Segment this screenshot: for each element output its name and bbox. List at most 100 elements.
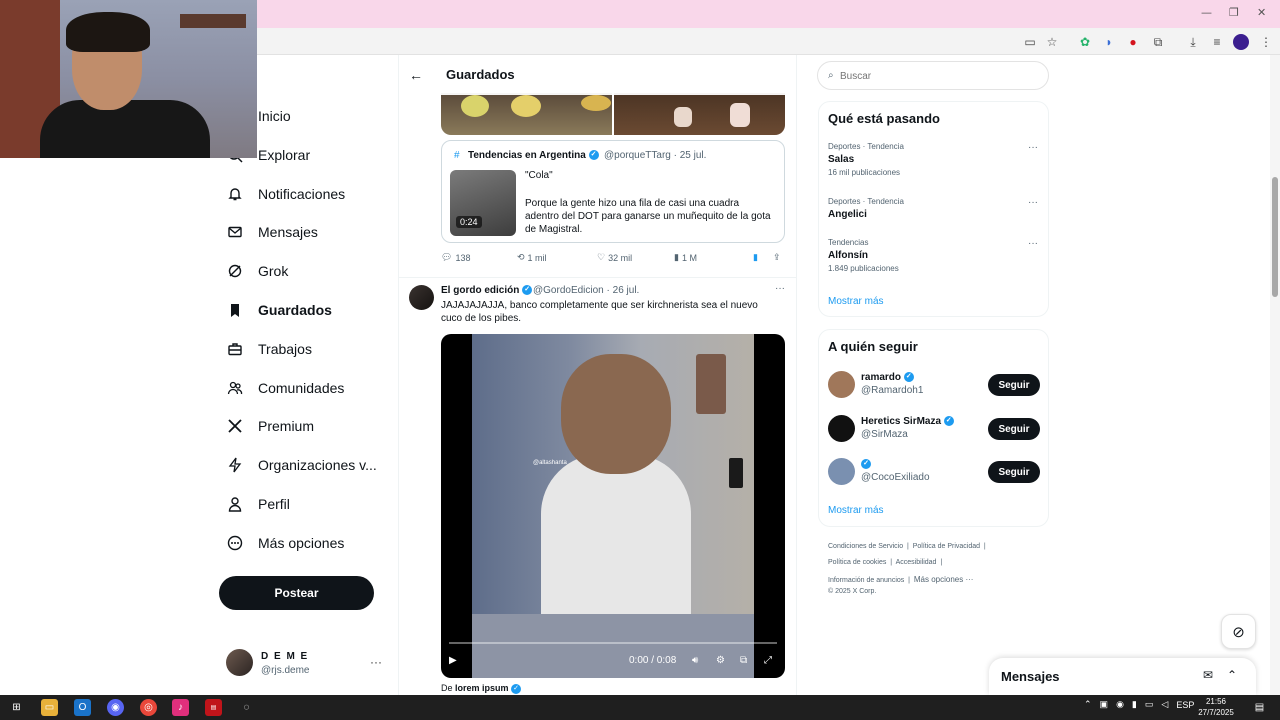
page-scrollbar[interactable] — [1270, 55, 1280, 695]
footer-link[interactable]: Accesibilidad — [896, 559, 937, 566]
close-window-button[interactable]: ✕ — [1257, 6, 1266, 19]
chevron-up-icon[interactable]: ⌃ — [1227, 668, 1237, 682]
star-icon[interactable]: ☆ — [1044, 34, 1060, 50]
avatar[interactable] — [828, 371, 855, 398]
repost-button[interactable]: ⟲ 1 mil — [517, 252, 547, 263]
more-dots-icon[interactable]: ··· — [1028, 197, 1038, 208]
chrome-icon[interactable]: ◎ — [140, 699, 157, 716]
tray-language[interactable]: ESP — [1176, 700, 1194, 710]
nav-item-organizaciones[interactable]: Organizaciones v... — [226, 450, 377, 480]
discord-icon[interactable]: ◉ — [107, 699, 124, 716]
play-icon[interactable]: ▶ — [449, 655, 457, 666]
avatar[interactable] — [828, 458, 855, 485]
tray-volume-icon[interactable]: ◁ — [1161, 699, 1168, 710]
app-obs-icon[interactable]: ◌ — [238, 699, 255, 716]
follow-button[interactable]: Seguir — [988, 374, 1040, 396]
file-explorer-icon[interactable]: ▭ — [41, 699, 58, 716]
extension-green-icon[interactable]: ✿ — [1077, 34, 1093, 50]
windows-start-icon[interactable]: ⊞ — [8, 699, 25, 716]
video-player[interactable]: @altashanta ▶ 0:00 / 0:08 🔊︎ ⚙ ⧉ ⤢ — [441, 334, 785, 678]
fullscreen-icon[interactable]: ⤢ — [764, 655, 772, 666]
footer-link[interactable]: Información de anuncios — [828, 577, 904, 584]
like-button[interactable]: ♡ 32 mil — [597, 252, 632, 263]
messages-drawer[interactable]: Mensajes ✉ ⌃ — [989, 658, 1256, 695]
maximize-button[interactable]: ❐ — [1229, 6, 1239, 19]
video-progress-bar[interactable] — [449, 642, 777, 644]
nav-item-perfil[interactable]: Perfil — [226, 489, 290, 519]
more-dots-icon[interactable]: ··· — [775, 283, 785, 294]
nav-item-comunidades[interactable]: Comunidades — [226, 373, 344, 403]
follow-suggestion[interactable]: ramardo ✓ @Ramardoh1 Seguir — [828, 371, 1042, 401]
media-image[interactable] — [614, 93, 785, 135]
nav-item-premium[interactable]: Premium — [226, 411, 314, 441]
footer-link[interactable]: Política de cookies — [828, 559, 886, 566]
nav-item-trabajos[interactable]: Trabajos — [226, 334, 312, 364]
more-dots-icon[interactable]: ··· — [1028, 142, 1038, 153]
tiktok-icon[interactable]: ♪ — [172, 699, 189, 716]
picture-in-picture-icon[interactable]: ⧉ — [740, 655, 747, 666]
outlook-icon[interactable]: O — [74, 699, 91, 716]
back-arrow-icon[interactable]: ← — [409, 67, 423, 83]
tweet[interactable]: El gordo edición ✓ @GordoEdicion · 26 ju… — [399, 277, 796, 695]
puzzle-icon[interactable]: ⧉ — [1150, 34, 1166, 50]
bookmark-button[interactable]: ▮ — [753, 252, 758, 263]
next-tweet-preview[interactable]: De lorem ipsum ✓ — [441, 683, 522, 694]
post-button[interactable]: Postear — [219, 576, 374, 610]
footer-more-link[interactable]: Más opciones ··· — [914, 575, 974, 584]
footer-link[interactable]: Política de Privacidad — [913, 543, 980, 550]
follow-button[interactable]: Seguir — [988, 461, 1040, 483]
grok-floating-button[interactable]: ⊘ — [1221, 614, 1256, 649]
show-more-trends-link[interactable]: Mostrar más — [828, 296, 884, 307]
show-more-follow-link[interactable]: Mostrar más — [828, 505, 884, 516]
nav-item-grok[interactable]: Grok — [226, 256, 288, 286]
media-icon[interactable]: ≡ — [1209, 34, 1225, 50]
nav-item-mas-opciones[interactable]: Más opciones — [226, 528, 344, 558]
follow-suggestion[interactable]: Heretics SirMaza ✓ @SirMaza Seguir — [828, 415, 1042, 445]
nav-item-mensajes[interactable]: Mensajes — [226, 217, 318, 247]
download-icon[interactable]: ⤓ — [1185, 34, 1201, 50]
tray-discord-icon[interactable]: ◉ — [1116, 699, 1124, 710]
tray-clock[interactable]: 21:56 27/7/2025 — [1196, 696, 1236, 718]
tweet-author-name[interactable]: El gordo edición ✓ — [441, 285, 533, 296]
hashtag-icon: # — [454, 150, 460, 161]
follow-suggestion[interactable]: ✓ @CocoExiliado Seguir — [828, 458, 1042, 488]
tray-mic-icon[interactable]: ▮ — [1132, 699, 1137, 710]
views-button[interactable]: ▮ 1 M — [674, 252, 697, 263]
minimize-button[interactable]: — — [1201, 6, 1212, 19]
trend-item[interactable]: Deportes · Tendencia Salas 16 mil public… — [828, 142, 1038, 177]
kebab-menu-icon[interactable]: ⋮ — [1258, 34, 1274, 50]
reply-button[interactable]: 💬︎ 138 — [441, 252, 470, 263]
search-input[interactable] — [840, 68, 1040, 84]
trend-item[interactable]: Tendencias Alfonsín 1.849 publicaciones … — [828, 238, 1038, 273]
follow-button[interactable]: Seguir — [988, 418, 1040, 440]
more-dots-icon[interactable]: ··· — [370, 655, 382, 669]
tray-network-icon[interactable]: ▭ — [1145, 699, 1154, 710]
search-box[interactable]: ⌕ — [817, 61, 1049, 90]
tweet-media-images[interactable] — [441, 93, 785, 135]
quoted-tweet[interactable]: # Tendencias en Argentina ✓ @porqueTTarg… — [441, 140, 785, 243]
cast-icon[interactable]: ▭ — [1022, 34, 1038, 50]
nav-item-notificaciones[interactable]: Notificaciones — [226, 179, 345, 209]
nav-item-guardados[interactable]: Guardados — [226, 295, 332, 325]
settings-gear-icon[interactable]: ⚙ — [716, 655, 725, 666]
volume-icon[interactable]: 🔊︎ — [692, 655, 698, 666]
new-message-icon[interactable]: ✉ — [1203, 668, 1213, 682]
scrollbar-thumb[interactable] — [1272, 177, 1278, 297]
extension-audio-icon[interactable]: ◗ — [1101, 34, 1117, 50]
browser-avatar-icon[interactable] — [1233, 34, 1249, 50]
account-switcher[interactable]: D E M E @rjs.deme ··· — [226, 649, 386, 679]
extension-red-icon[interactable]: ● — [1125, 34, 1141, 50]
media-image[interactable] — [441, 93, 612, 135]
more-dots-icon[interactable]: ··· — [1028, 238, 1038, 249]
tray-app-icon[interactable]: ▣ — [1100, 699, 1109, 710]
avatar[interactable] — [409, 285, 434, 310]
app-red-icon[interactable]: ▤ — [205, 699, 222, 716]
profile-name: D E M E — [261, 651, 309, 662]
tray-chevron-up-icon[interactable]: ⌃ — [1084, 699, 1092, 710]
tweet-author-handle[interactable]: @GordoEdicion · 26 jul. — [533, 285, 639, 296]
avatar[interactable] — [828, 415, 855, 442]
share-button[interactable]: ⇪ — [773, 252, 781, 263]
footer-link[interactable]: Condiciones de Servicio — [828, 543, 903, 550]
trend-item[interactable]: Deportes · Tendencia Angelici ··· — [828, 197, 1038, 220]
notifications-icon[interactable]: ▤ — [1251, 699, 1268, 716]
